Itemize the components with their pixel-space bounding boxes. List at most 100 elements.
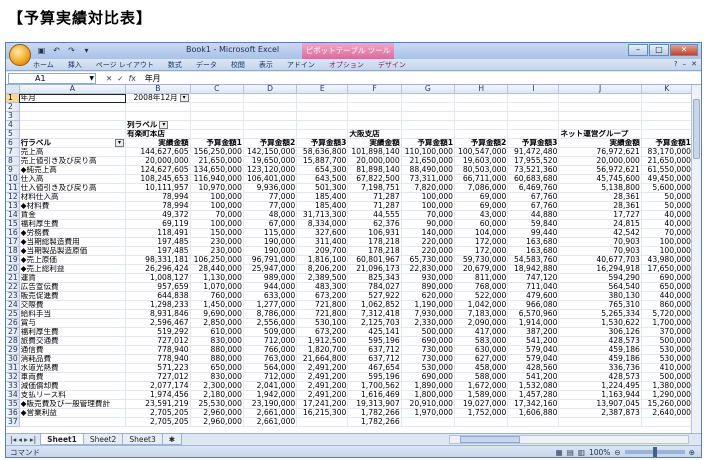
grid-cell[interactable]: 19,313,907	[347, 399, 402, 409]
grid-cell[interactable]: 59,840	[507, 219, 560, 229]
grid-cell[interactable]: 458,000	[454, 363, 509, 373]
grid-cell[interactable]: 2,661,000	[243, 417, 298, 427]
grid-cell[interactable]: 2,491,200	[296, 381, 349, 391]
grid-cell[interactable]	[19, 111, 127, 121]
name-box[interactable]: A1 ▼	[8, 72, 96, 84]
grid-cell[interactable]: 69,000	[454, 192, 509, 202]
grid-cell[interactable]	[296, 102, 349, 112]
grid-cell[interactable]: 197,485	[125, 246, 191, 256]
grid-cell[interactable]: 1,974,456	[125, 390, 191, 400]
row-header[interactable]: 6	[6, 138, 20, 148]
grid-cell[interactable]: 車両費	[19, 372, 127, 382]
name-box-dropdown-icon[interactable]: ▼	[89, 74, 94, 83]
grid-cell[interactable]: 104,000	[454, 228, 509, 238]
grid-cell[interactable]: 2,389,500	[296, 273, 349, 283]
grid-cell[interactable]: 1,380,000	[641, 381, 693, 391]
grid-cell[interactable]: 106,250,000	[190, 255, 244, 265]
grid-cell[interactable]	[19, 120, 127, 130]
grid-cell[interactable]: 620,000	[401, 291, 456, 301]
grid-cell[interactable]: 172,000	[454, 237, 509, 247]
row-header[interactable]: 21	[6, 273, 20, 283]
grid-cell[interactable]: 2,705,205	[125, 408, 191, 418]
grid-cell[interactable]: ◆当期総製造費用	[19, 237, 127, 247]
grid-cell[interactable]: 643,500	[296, 174, 349, 184]
prev-sheet-icon[interactable]: ◂	[18, 435, 22, 444]
row-header[interactable]: 5	[6, 129, 20, 139]
grid-cell[interactable]: 2,077,174	[125, 381, 191, 391]
grid-cell[interactable]: 71,287	[347, 201, 402, 211]
grid-cell[interactable]: ◆販売費及び一般管理費計	[19, 399, 127, 409]
grid-cell[interactable]: 1,820,700	[296, 345, 349, 355]
grid-cell[interactable]: 2,491,200	[296, 390, 349, 400]
column-label-filter-icon[interactable]: ▾	[159, 121, 169, 129]
row-header[interactable]: 15	[6, 219, 20, 229]
grid-cell[interactable]: 60,801,967	[347, 255, 402, 265]
grid-cell[interactable]: 61,550,000	[641, 165, 693, 175]
row-header[interactable]: 20	[6, 264, 20, 274]
grid-cell[interactable]: 20,000,000	[558, 156, 642, 166]
grid-cell[interactable]: 1,224,495	[558, 381, 642, 391]
grid-cell[interactable]: 福利厚生費	[19, 327, 127, 337]
ribbon-tab[interactable]: 数式	[161, 59, 189, 70]
grid-cell[interactable]: 81,898,140	[347, 165, 402, 175]
grid-cell[interactable]: 6,570,960	[507, 309, 560, 319]
grid-cell[interactable]: 500,000	[401, 327, 456, 337]
grid-cell[interactable]: 23,190,000	[243, 399, 298, 409]
grid-cell[interactable]: 197,485	[125, 237, 191, 247]
grid-cell[interactable]	[454, 129, 509, 139]
grid-cell[interactable]: 70,000	[190, 210, 244, 220]
grid-cell[interactable]: 20,910,000	[401, 399, 456, 409]
grid-cell[interactable]: 825,343	[347, 273, 402, 283]
grid-cell[interactable]: 101,898,140	[347, 147, 402, 157]
grid-cell[interactable]: 59,730,000	[454, 255, 509, 265]
zoom-in-icon[interactable]: ⊕	[689, 448, 695, 457]
grid-cell[interactable]: 721,800	[296, 300, 349, 310]
grid-cell[interactable]: 100,000	[190, 192, 244, 202]
grid-cell[interactable]: 24,815	[558, 219, 642, 229]
column-header[interactable]: E	[296, 85, 349, 94]
grid-cell[interactable]: 78,994	[125, 192, 191, 202]
grid-cell[interactable]: 1,290,000	[641, 390, 693, 400]
grid-cell[interactable]	[454, 93, 509, 103]
grid-cell[interactable]	[507, 417, 560, 427]
grid-cell[interactable]: 1,450,000	[190, 300, 244, 310]
grid-cell[interactable]: 17,955,520	[507, 156, 560, 166]
grid-cell[interactable]: 595,196	[347, 336, 402, 346]
grid-cell[interactable]: 142,150,000	[243, 147, 298, 157]
grid-cell[interactable]	[347, 102, 402, 112]
grid-cell[interactable]: 564,000	[243, 363, 298, 373]
grid-cell[interactable]: 150,000	[190, 228, 244, 238]
grid-cell[interactable]: 830,000	[190, 372, 244, 382]
grid-cell[interactable]	[641, 93, 693, 103]
grid-cell[interactable]: 778,940	[125, 354, 191, 364]
next-sheet-icon[interactable]: ▸	[24, 435, 28, 444]
column-header[interactable]: I	[507, 85, 560, 94]
grid-cell[interactable]: 70,903	[558, 237, 642, 247]
grid-cell[interactable]: 106,401,000	[243, 174, 298, 184]
grid-cell[interactable]: 水道光熱費	[19, 363, 127, 373]
grid-cell[interactable]: 仕入高	[19, 174, 127, 184]
grid-cell[interactable]: 957,659	[125, 282, 191, 292]
grid-cell[interactable]	[641, 120, 693, 130]
grid-cell[interactable]: 123,120,000	[243, 165, 298, 175]
grid-cell[interactable]	[19, 417, 127, 427]
row-header[interactable]: 27	[6, 327, 20, 337]
grid-cell[interactable]: 7,086,000	[454, 183, 509, 193]
grid-cell[interactable]: 579,040	[507, 345, 560, 355]
grid-cell[interactable]: 19,027,000	[454, 399, 509, 409]
grid-cell[interactable]: 989,000	[243, 273, 298, 283]
grid-cell[interactable]: 5,265,334	[558, 309, 642, 319]
grid-cell[interactable]: 830,000	[190, 336, 244, 346]
row-label-filter-icon[interactable]: ▾	[115, 139, 125, 147]
grid-cell[interactable]: 17,650,000	[641, 264, 693, 274]
grid-cell[interactable]: 70,000	[401, 210, 456, 220]
grid-cell[interactable]: 673,200	[296, 327, 349, 337]
grid-cell[interactable]: 減価償却費	[19, 381, 127, 391]
grid-cell[interactable]: 8,206,200	[296, 264, 349, 274]
grid-cell[interactable]: 44,880	[507, 210, 560, 220]
grid-cell[interactable]: 230,000	[190, 246, 244, 256]
ribbon-tab[interactable]: 表示	[252, 59, 280, 70]
grid-cell[interactable]: 721,800	[296, 309, 349, 319]
grid-cell[interactable]: 124,627,605	[125, 165, 191, 175]
grid-cell[interactable]: 2,960,000	[190, 417, 244, 427]
